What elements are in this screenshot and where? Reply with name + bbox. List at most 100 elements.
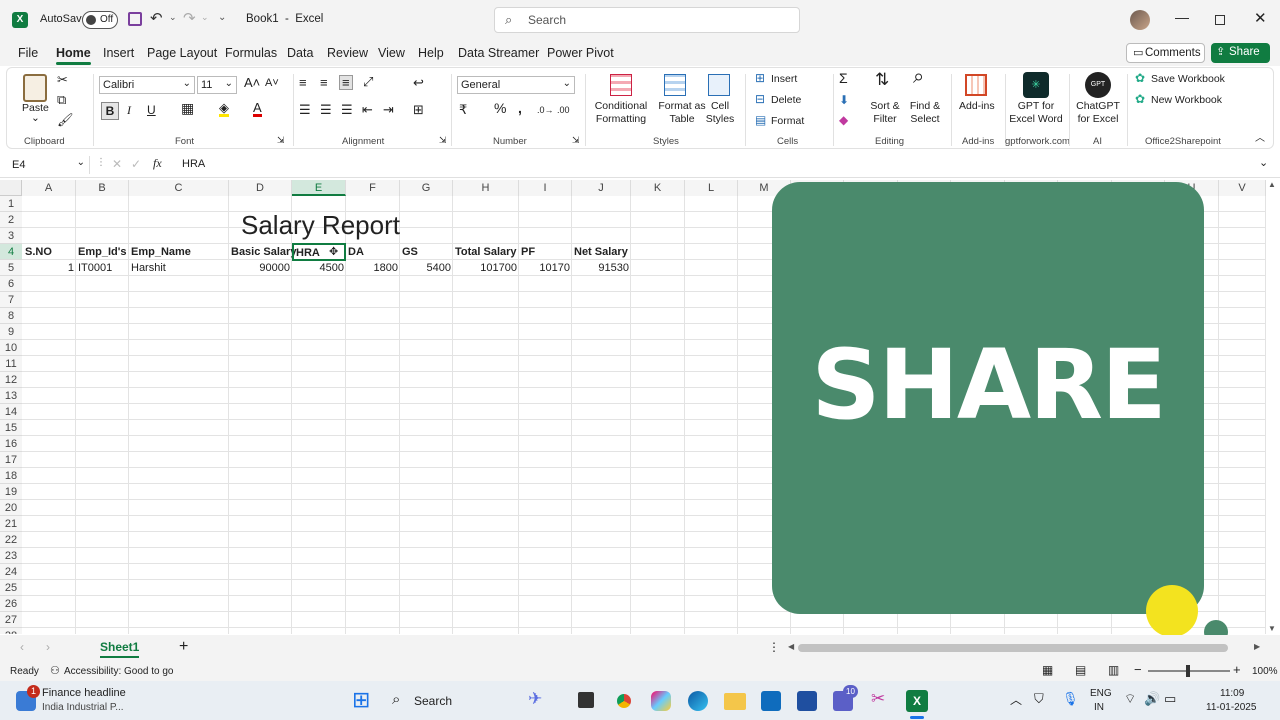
select-all-corner[interactable] (0, 180, 22, 196)
data-cell-basic-salary[interactable]: 90000 (229, 260, 292, 276)
tab-page-layout[interactable]: Page Layout (147, 46, 217, 60)
tab-formulas[interactable]: Formulas (225, 46, 277, 60)
microphone-icon[interactable]: 🎙 (1062, 691, 1079, 707)
format-as-table-icon[interactable] (664, 74, 686, 96)
find-select-icon[interactable]: ⌕ (913, 67, 924, 87)
row-header-5[interactable]: 5 (0, 260, 22, 276)
column-header-e[interactable]: E (292, 180, 346, 196)
insert-function-icon[interactable]: fx (153, 156, 162, 171)
column-header-k[interactable]: K (631, 180, 685, 196)
customize-toolbar-icon[interactable]: ⌄ (218, 12, 226, 23)
save-icon[interactable] (128, 12, 142, 26)
add-sheet-button[interactable]: + (179, 638, 188, 656)
row-header-2[interactable]: 2 (0, 212, 22, 228)
dialog-launcher-icon[interactable]: ⇲ (572, 134, 580, 147)
row-header-15[interactable]: 15 (0, 420, 22, 436)
user-avatar[interactable] (1130, 10, 1150, 30)
enter-icon[interactable]: ✓ (131, 157, 141, 171)
formula-input[interactable]: HRA (182, 158, 205, 170)
column-header-f[interactable]: F (346, 180, 400, 196)
row-header-24[interactable]: 24 (0, 564, 22, 580)
snipping-app-icon[interactable]: ✂ (871, 689, 885, 709)
data-cell-hra[interactable]: 4500 (292, 260, 346, 276)
add-ins-icon[interactable] (965, 74, 987, 96)
tab-help[interactable]: Help (418, 46, 444, 60)
sheet-tab-sheet1[interactable]: Sheet1 (100, 640, 140, 658)
percent-button[interactable]: % (494, 101, 506, 115)
zoom-out-icon[interactable]: − (1134, 662, 1142, 677)
bold-button[interactable]: B (101, 102, 119, 120)
tab-data[interactable]: Data (287, 46, 313, 60)
cell-styles-button[interactable]: Cell Styles (705, 100, 735, 126)
news-subtitle[interactable]: India Industrial P... (42, 702, 124, 713)
language-code[interactable]: ENG (1090, 688, 1112, 699)
data-cell-pf[interactable]: 10170 (519, 260, 572, 276)
hscroll-right-icon[interactable]: ▶ (1254, 642, 1260, 651)
language-region[interactable]: IN (1094, 702, 1104, 713)
orientation-icon[interactable]: ⤢ (363, 75, 373, 88)
outlook-app-icon[interactable] (761, 691, 781, 711)
redo-icon[interactable]: ↷ (183, 9, 196, 27)
header-cell-pf[interactable]: PF (519, 244, 537, 260)
header-cell-total-salary[interactable]: Total Salary (453, 244, 519, 260)
align-left-icon[interactable]: ☰ (299, 103, 311, 116)
page-layout-view-icon[interactable]: ▤ (1075, 663, 1086, 677)
conditional-formatting-icon[interactable] (610, 74, 632, 96)
borders-icon[interactable]: ▦ (181, 101, 194, 115)
column-header-i[interactable]: I (519, 180, 572, 196)
delete-cells-icon[interactable]: ⊟ (755, 93, 765, 106)
row-header-6[interactable]: 6 (0, 276, 22, 292)
accessibility-status[interactable]: Accessibility: Good to go (64, 666, 174, 677)
row-header-17[interactable]: 17 (0, 452, 22, 468)
paste-icon[interactable] (23, 74, 47, 102)
data-cell-sno[interactable]: 1 (23, 260, 76, 276)
store-app-icon[interactable] (797, 691, 817, 711)
page-break-view-icon[interactable]: ▥ (1108, 663, 1119, 677)
row-header-18[interactable]: 18 (0, 468, 22, 484)
gpt-for-excel-icon[interactable]: ✳ (1023, 72, 1049, 98)
number-format-select[interactable]: General ⌄ (457, 76, 575, 94)
font-color-icon[interactable]: A (253, 101, 262, 117)
column-header-b[interactable]: B (76, 180, 129, 196)
clock-date[interactable]: 11-01-2025 (1206, 702, 1256, 713)
format-cells-button[interactable]: Format (771, 115, 804, 128)
news-headline[interactable]: Finance headline (42, 687, 126, 699)
insert-cells-icon[interactable]: ⊞ (755, 72, 765, 85)
share-button[interactable]: ⇪ Share (1211, 43, 1270, 63)
format-cells-icon[interactable]: ▤ (755, 114, 766, 127)
column-header-c[interactable]: C (129, 180, 229, 196)
report-title[interactable]: Salary Report (239, 210, 402, 240)
conditional-formatting-button[interactable]: Conditional Formatting (589, 100, 653, 126)
header-cell-sno[interactable]: S.NO (23, 244, 54, 260)
row-header-9[interactable]: 9 (0, 324, 22, 340)
tab-view[interactable]: View (378, 46, 405, 60)
delete-cells-button[interactable]: Delete (771, 94, 801, 107)
font-name-select[interactable]: Calibri ⌄ (99, 76, 195, 94)
more-options-icon[interactable]: ⋮ (768, 640, 780, 654)
header-cell-emp-name[interactable]: Emp_Name (129, 244, 193, 260)
expand-formula-icon[interactable]: ⌄ (1259, 156, 1268, 169)
copilot-app-icon[interactable]: ✈ (528, 689, 542, 709)
data-cell-gs[interactable]: 5400 (400, 260, 453, 276)
new-workbook-button[interactable]: New Workbook (1151, 94, 1222, 107)
column-header-v[interactable]: V (1219, 180, 1266, 196)
row-header-11[interactable]: 11 (0, 356, 22, 372)
copilot-color-app-icon[interactable] (651, 691, 671, 711)
tab-review[interactable]: Review (327, 46, 368, 60)
volume-icon[interactable]: 🔊 (1144, 691, 1160, 707)
header-cell-basic-salary[interactable]: Basic Salary (229, 244, 298, 260)
row-header-4[interactable]: 4 (0, 244, 22, 260)
header-cell-gs[interactable]: GS (400, 244, 420, 260)
data-cell-emp-name[interactable]: Harshit (129, 260, 168, 276)
next-sheet-icon[interactable]: › (46, 640, 50, 654)
find-select-button[interactable]: Find & Select (905, 100, 945, 126)
zoom-in-icon[interactable]: + (1233, 662, 1241, 677)
row-header-20[interactable]: 20 (0, 500, 22, 516)
fill-icon[interactable]: ⬇ (839, 94, 849, 107)
file-explorer-app-icon[interactable] (578, 692, 594, 708)
edge-app-icon[interactable] (688, 691, 708, 711)
zoom-slider-thumb[interactable] (1186, 665, 1190, 677)
accessibility-icon[interactable]: ⚇ (50, 664, 60, 677)
format-painter-icon[interactable]: 🖌 (57, 113, 74, 126)
increase-font-icon[interactable]: A˄ (244, 76, 260, 89)
